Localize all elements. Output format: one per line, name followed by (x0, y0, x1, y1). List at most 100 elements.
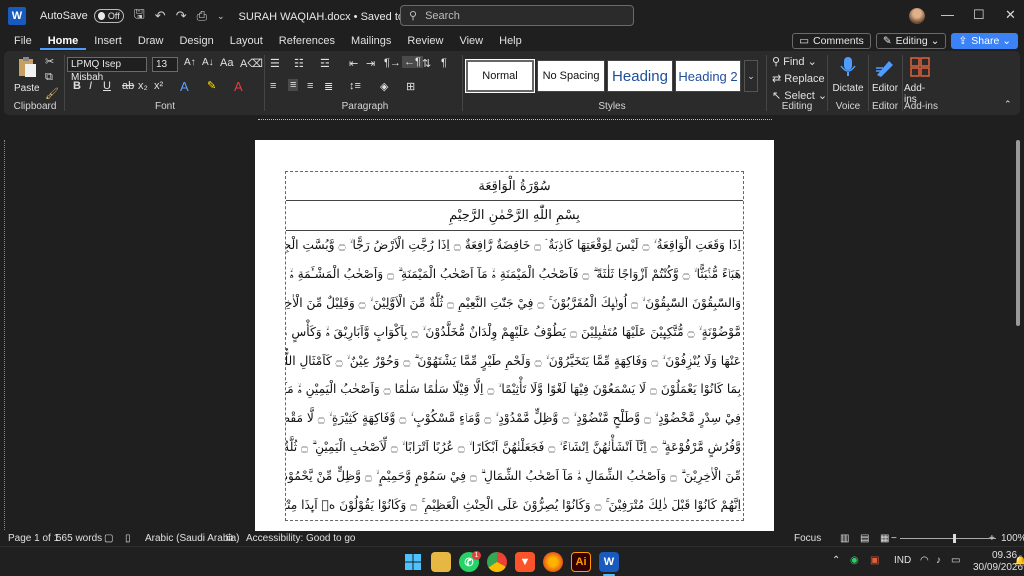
read-mode-icon[interactable]: ▥ (840, 533, 849, 544)
tab-file[interactable]: File (0, 32, 40, 50)
bismillah[interactable]: بِسْمِ اللّٰهِ الرَّحْمٰنِ الرَّحِيْمِ (286, 201, 743, 231)
tab-help[interactable]: Help (491, 32, 530, 50)
sort-icon[interactable]: ⇅ (422, 57, 431, 70)
style-heading-1[interactable]: Heading (607, 60, 673, 92)
tab-layout[interactable]: Layout (222, 32, 271, 50)
rtl-direction-icon[interactable]: ←¶ (402, 56, 423, 68)
page-count[interactable]: Page 1 of 1 (8, 533, 59, 544)
tab-review[interactable]: Review (399, 32, 451, 50)
dictate-button[interactable]: Dictate (830, 56, 866, 94)
tray-app-icon[interactable]: ◉ (850, 555, 859, 566)
editor-button[interactable]: Editor (870, 56, 900, 94)
cut-icon[interactable]: ✂ (45, 55, 54, 68)
text-effects-icon[interactable]: A (180, 79, 189, 94)
tray-overflow-icon[interactable]: ⌃ (832, 555, 840, 566)
underline-icon[interactable]: U (103, 80, 111, 92)
redo-icon[interactable]: ↷ (176, 8, 187, 24)
tab-home[interactable]: Home (39, 32, 87, 50)
zoom-slider[interactable] (900, 538, 996, 539)
font-color-icon[interactable]: A (234, 79, 243, 94)
highlight-icon[interactable]: ✎ (207, 79, 216, 92)
grow-font-icon[interactable]: A↑ (184, 57, 196, 68)
align-right-icon[interactable]: ≡ (307, 80, 313, 92)
notification-bell-icon[interactable]: 🔔 (1014, 556, 1024, 567)
save-icon[interactable]: 🖫 (134, 5, 145, 27)
strikethrough-icon[interactable]: ab (122, 80, 134, 92)
tray-app2-icon[interactable]: ▣ (870, 555, 879, 566)
avatar[interactable] (909, 8, 925, 24)
battery-icon[interactable]: ▭ (951, 555, 960, 566)
comments-button[interactable]: ▭ Comments (792, 33, 871, 49)
align-center-icon[interactable]: ≡ (288, 79, 299, 91)
format-painter-icon[interactable]: 🖌 (45, 87, 59, 100)
paste-button[interactable]: Paste (14, 56, 40, 94)
undo-icon[interactable]: ↶ (155, 8, 166, 24)
volume-icon[interactable]: ♪ (936, 555, 941, 566)
bold-icon[interactable]: B (73, 80, 81, 92)
tab-insert[interactable]: Insert (86, 32, 130, 50)
chrome-icon[interactable] (487, 552, 507, 572)
tab-view[interactable]: View (451, 32, 491, 50)
zoom-in-icon[interactable]: + (989, 533, 995, 544)
editing-mode-button[interactable]: ✎ Editing ⌄ (875, 33, 947, 49)
clear-formatting-icon[interactable]: A⌫ (240, 57, 263, 70)
print-layout-icon[interactable]: ▤ (860, 533, 869, 544)
minimize-button[interactable]: — (941, 7, 954, 22)
close-button[interactable]: ✕ (1005, 7, 1016, 23)
customize-qat-icon[interactable]: ⌄ (217, 11, 225, 22)
shading-icon[interactable]: ◈ (380, 80, 388, 93)
style-normal[interactable]: Normal (465, 59, 535, 93)
share-button[interactable]: ⇪ Share ⌄ (951, 33, 1018, 49)
brave-icon[interactable]: ▼ (515, 552, 535, 572)
word-count[interactable]: 565 words (56, 533, 102, 544)
align-left-icon[interactable]: ≡ (270, 80, 276, 92)
tab-design[interactable]: Design (171, 32, 221, 50)
vertical-ruler[interactable] (4, 140, 12, 530)
bullets-icon[interactable]: ☰ (270, 57, 280, 70)
surah-title[interactable]: سُوْرَةُ الْوَاقِعَة (286, 172, 743, 201)
firefox-icon[interactable] (543, 552, 563, 572)
tab-mailings[interactable]: Mailings (343, 32, 399, 50)
decrease-indent-icon[interactable]: ⇤ (349, 57, 358, 70)
font-size-select[interactable]: 13 (152, 57, 178, 72)
superscript-icon[interactable]: x² (154, 80, 163, 92)
borders-icon[interactable]: ⊞ (406, 80, 415, 93)
change-case-icon[interactable]: Aa (220, 57, 233, 69)
numbering-icon[interactable]: ☷ (294, 57, 304, 70)
font-name-select[interactable]: LPMQ Isep Misbah (67, 57, 147, 83)
document-page[interactable]: سُوْرَةُ الْوَاقِعَة بِسْمِ اللّٰهِ الرَ… (255, 140, 774, 531)
scrollbar-thumb[interactable] (1016, 140, 1020, 326)
tab-references[interactable]: References (271, 32, 343, 50)
italic-icon[interactable]: I (89, 80, 92, 92)
increase-indent-icon[interactable]: ⇥ (366, 57, 375, 70)
shrink-font-icon[interactable]: A↓ (202, 57, 214, 68)
style-heading-2[interactable]: Heading 2 (675, 60, 741, 92)
tab-draw[interactable]: Draw (130, 32, 172, 50)
copy-icon[interactable]: ⧉ (45, 71, 53, 84)
collapse-ribbon-icon[interactable]: ⌃ (1004, 99, 1012, 110)
zoom-level[interactable]: 100% (1001, 533, 1024, 544)
ayat-body[interactable]: اِذَا وَقَعَتِ الْوَاقِعَةُ ۙ ۝ لَيْسَ ل… (286, 231, 743, 520)
file-explorer-icon[interactable] (431, 552, 451, 572)
print-icon[interactable]: ⎙ (197, 8, 207, 24)
autosave-toggle[interactable]: Off (93, 9, 124, 23)
style-no-spacing[interactable]: No Spacing (537, 60, 605, 92)
wifi-icon[interactable]: ◠ (920, 555, 929, 566)
add-ins-button[interactable]: Add-ins (904, 56, 936, 105)
proofing-icon[interactable]: ▢ (104, 533, 113, 544)
find-button[interactable]: ⚲ Find ⌄ (772, 55, 817, 68)
ltr-direction-icon[interactable]: ¶→ (384, 57, 401, 69)
track-changes-icon[interactable]: ⧉ (226, 533, 233, 544)
show-marks-icon[interactable]: ¶ (441, 57, 447, 69)
windows-start-icon[interactable] (403, 552, 423, 572)
maximize-button[interactable]: ☐ (973, 7, 985, 23)
search-input[interactable]: ⚲ Search (400, 5, 634, 26)
zoom-out-icon[interactable]: − (891, 533, 897, 544)
subscript-icon[interactable]: x₂ (138, 80, 148, 92)
web-layout-icon[interactable]: ▦ (880, 533, 889, 544)
accessibility-status[interactable]: Accessibility: Good to go (246, 533, 356, 544)
justify-icon[interactable]: ≣ (324, 80, 333, 93)
illustrator-icon[interactable]: Ai (571, 552, 591, 572)
replace-button[interactable]: ⇄ Replace (772, 72, 825, 85)
focus-button[interactable]: Focus (794, 533, 821, 544)
